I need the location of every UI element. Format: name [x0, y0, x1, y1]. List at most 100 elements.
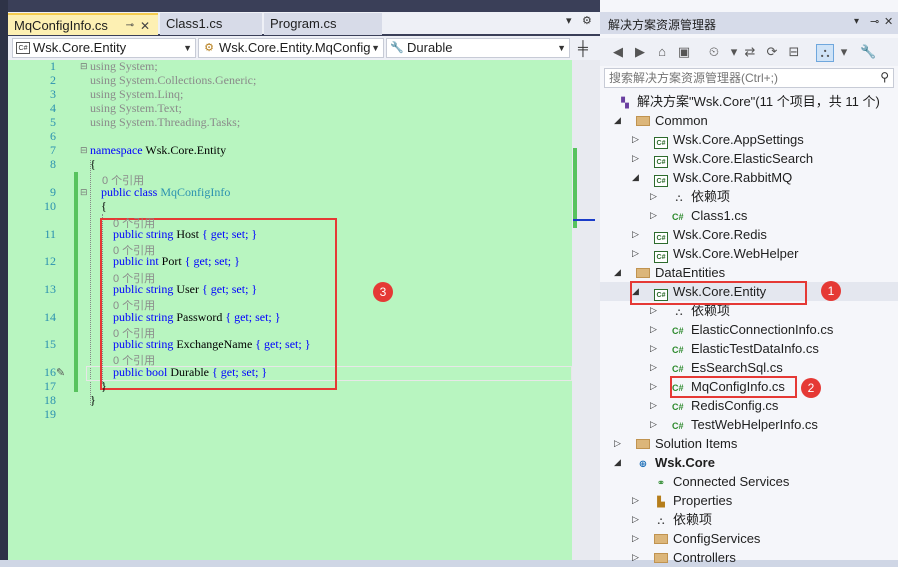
collapsed-icon[interactable]: ▷	[632, 130, 639, 149]
close-icon[interactable]: ✕	[140, 15, 150, 37]
show-all-files-icon[interactable]: ⛬	[816, 44, 834, 62]
sync-icon[interactable]: ⇄	[742, 44, 758, 60]
annotation-box-entity	[630, 281, 807, 305]
collapsed-icon[interactable]: ▷	[632, 225, 639, 244]
tree-item-solution-items[interactable]: ▷ Solution Items	[614, 434, 737, 453]
code-line: }	[101, 379, 107, 394]
line-number: 5	[50, 115, 56, 129]
collapse-all-icon[interactable]: ⊟	[786, 44, 802, 60]
search-input[interactable]	[607, 70, 871, 86]
folder-icon	[636, 268, 650, 278]
pin-icon[interactable]: ⊸	[870, 15, 879, 28]
tree-item-controllers[interactable]: ▷ Controllers	[632, 548, 736, 567]
accessors: { get; set; }	[255, 337, 311, 351]
keyword: using	[90, 115, 117, 129]
collapse-outline-icon[interactable]: ⊟	[80, 61, 88, 72]
chevron-down-icon: ▼	[183, 43, 192, 53]
collapsed-icon[interactable]: ▷	[650, 415, 657, 434]
chevron-down-icon[interactable]: ▾	[854, 16, 859, 27]
collapsed-icon[interactable]: ▷	[632, 244, 639, 263]
tree-item-label: Wsk.Core.WebHelper	[673, 246, 799, 261]
panel-title: 解决方案资源管理器	[608, 18, 717, 32]
tree-item-appsettings[interactable]: ▷ C# Wsk.Core.AppSettings	[632, 130, 804, 149]
tree-item-webhelper[interactable]: ▷ C# Wsk.Core.WebHelper	[632, 244, 798, 263]
quick-action-brush-icon[interactable]: ✎	[56, 366, 65, 379]
forward-icon[interactable]: ▶	[632, 44, 648, 60]
tree-item-configservices[interactable]: ▷ ConfigServices	[632, 529, 760, 548]
project-combo[interactable]: C# Wsk.Core.Entity ▼	[12, 38, 196, 58]
collapsed-icon[interactable]: ▷	[632, 149, 639, 168]
collapsed-icon[interactable]: ▷	[650, 396, 657, 415]
collapse-outline-icon[interactable]: ⊟	[80, 145, 88, 156]
tree-item-essearchsql[interactable]: ▷ C# EsSearchSql.cs	[650, 358, 783, 377]
left-dock-strip	[0, 0, 8, 560]
collapse-outline-icon[interactable]: ⊟	[80, 187, 88, 198]
line-number: 19	[44, 407, 56, 421]
chevron-down-icon[interactable]: ▾	[726, 44, 742, 60]
tab-mqconfiginfo[interactable]: MqConfigInfo.cs ⊸ ✕	[8, 13, 158, 35]
tab-class1[interactable]: Class1.cs	[160, 13, 262, 35]
code-line: {	[90, 157, 96, 172]
tree-item-elastictestdatainfo[interactable]: ▷ C# ElasticTestDataInfo.cs	[650, 339, 819, 358]
tree-item-class1[interactable]: ▷ C# Class1.cs	[650, 206, 747, 225]
tab-program[interactable]: Program.cs	[264, 13, 382, 35]
tree-item-elasticsearch[interactable]: ▷ C# Wsk.Core.ElasticSearch	[632, 149, 813, 168]
keyword: public bool	[113, 365, 168, 379]
code-line: public class MqConfigInfo	[101, 185, 230, 200]
split-icon[interactable]: ╪	[578, 40, 588, 56]
collapsed-icon[interactable]: ▷	[632, 510, 639, 529]
tree-item-properties[interactable]: ▷ ▙ Properties	[632, 491, 732, 510]
tree-item-dependencies[interactable]: ▷ ⛬ 依赖项	[650, 187, 730, 206]
tree-item-solution[interactable]: ▚ 解决方案"Wsk.Core"(11 个项目，共 11 个)	[618, 92, 880, 111]
pending-changes-filter-icon[interactable]: ⏲	[706, 44, 722, 60]
tab-list-dropdown-icon[interactable]: ▾	[566, 14, 572, 27]
tree-item-dependencies[interactable]: ▷ ⛬ 依赖项	[632, 510, 712, 529]
expanded-icon[interactable]: ◢	[614, 263, 621, 282]
refresh-icon[interactable]: ⟳	[764, 44, 780, 60]
collapsed-icon[interactable]: ▷	[632, 548, 639, 567]
line-number: 3	[50, 87, 56, 101]
member-combo[interactable]: 🔧 Durable ▼	[386, 38, 570, 58]
tree-item-testwebhelperinfo[interactable]: ▷ C# TestWebHelperInfo.cs	[650, 415, 818, 434]
folder-icon	[636, 439, 650, 449]
expanded-icon[interactable]: ◢	[614, 111, 621, 130]
tree-item-rabbitmq[interactable]: ◢ C# Wsk.Core.RabbitMQ	[632, 168, 792, 187]
collapsed-icon[interactable]: ▷	[650, 187, 657, 206]
pin-icon[interactable]: ⊸	[126, 15, 134, 37]
tree-item-redis[interactable]: ▷ C# Wsk.Core.Redis	[632, 225, 767, 244]
tree-item-dataentities[interactable]: ◢ DataEntities	[614, 263, 725, 282]
search-icon[interactable]: ⚲	[880, 70, 889, 84]
switch-views-icon[interactable]: ▣	[676, 44, 692, 60]
keyword: public string	[113, 227, 174, 241]
solution-search-box[interactable]: ⚲	[604, 68, 894, 88]
collapsed-icon[interactable]: ▷	[632, 491, 639, 510]
tree-item-label: ElasticConnectionInfo.cs	[691, 322, 834, 337]
back-icon[interactable]: ◀	[610, 44, 626, 60]
tree-item-common[interactable]: ◢ Common	[614, 111, 708, 130]
vertical-scrollbar[interactable]	[572, 60, 600, 560]
close-icon[interactable]: ✕	[884, 15, 893, 28]
collapsed-icon[interactable]: ▷	[650, 339, 657, 358]
accessors: { get; set; }	[211, 365, 268, 379]
line-number: 9	[50, 185, 56, 199]
type-combo[interactable]: ⚙ Wsk.Core.Entity.MqConfig ▼	[198, 38, 384, 58]
settings-gear-icon[interactable]: ⚙	[582, 14, 592, 27]
tree-item-label: Class1.cs	[691, 208, 748, 223]
collapsed-icon[interactable]: ▷	[650, 358, 657, 377]
home-icon[interactable]: ⌂	[654, 44, 670, 60]
collapsed-icon[interactable]: ▷	[650, 377, 657, 396]
tree-item-label: Wsk.Core	[655, 455, 715, 470]
properties-wrench-icon[interactable]: 🔧	[860, 44, 876, 60]
tree-item-wsk-core[interactable]: ◢ ⊕ Wsk.Core	[614, 453, 715, 472]
collapsed-icon[interactable]: ▷	[614, 434, 621, 453]
tree-item-redisconfig[interactable]: ▷ C# RedisConfig.cs	[650, 396, 778, 415]
expanded-icon[interactable]: ◢	[632, 168, 639, 187]
expanded-icon[interactable]: ◢	[614, 453, 621, 472]
collapsed-icon[interactable]: ▷	[650, 320, 657, 339]
tree-item-elasticconnectioninfo[interactable]: ▷ C# ElasticConnectionInfo.cs	[650, 320, 833, 339]
collapsed-icon[interactable]: ▷	[650, 206, 657, 225]
collapsed-icon[interactable]: ▷	[632, 529, 639, 548]
line-number: 1	[50, 59, 56, 73]
chevron-down-icon[interactable]: ▾	[836, 44, 852, 60]
tree-item-connected-services[interactable]: ⚭ Connected Services	[632, 472, 790, 491]
